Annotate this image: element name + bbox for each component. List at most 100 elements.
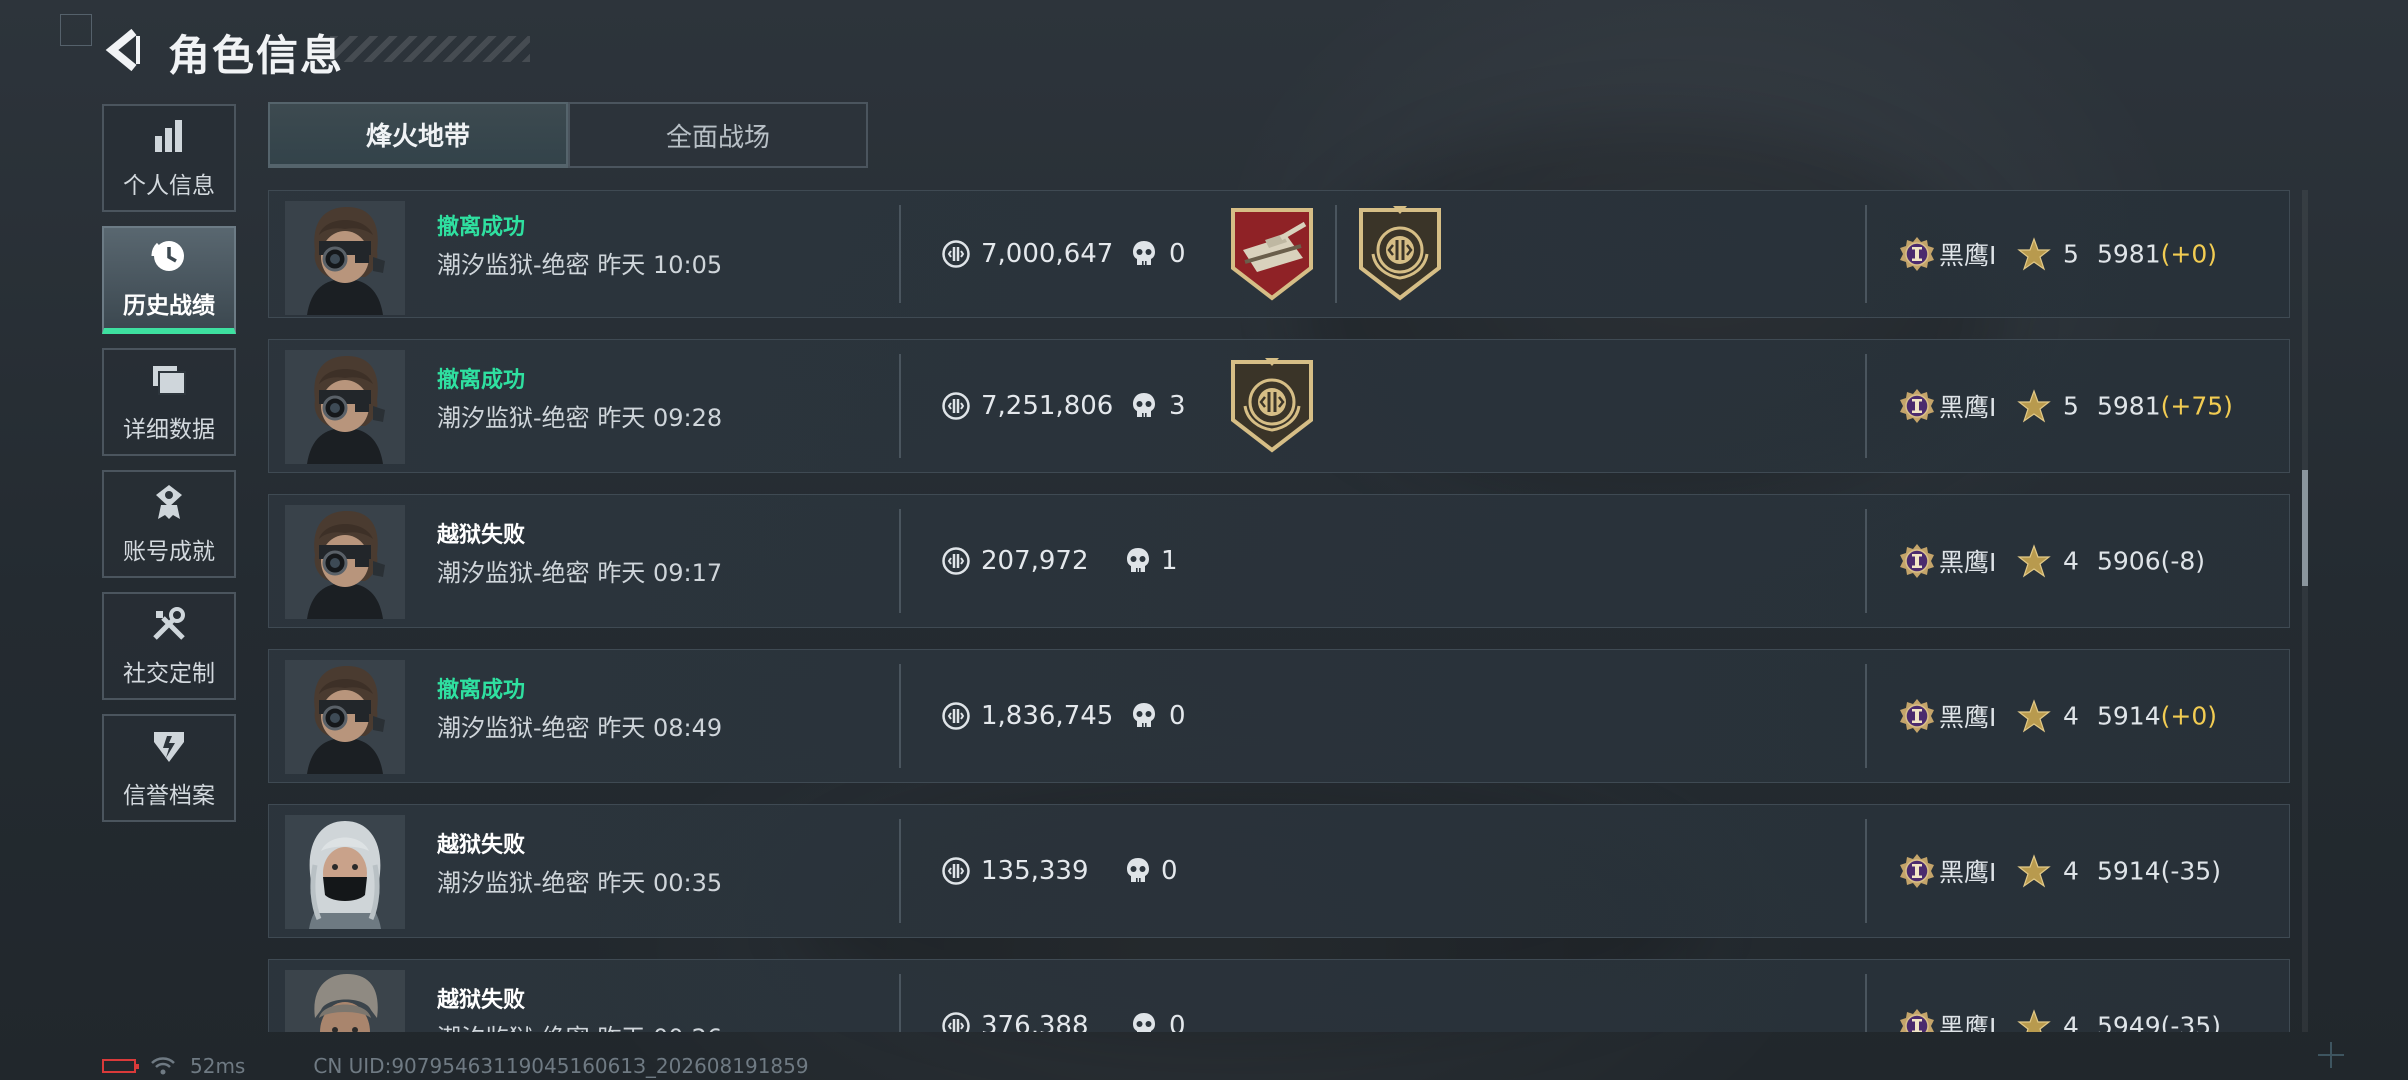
mode-tabs: 烽火地带 全面战场 xyxy=(268,102,868,168)
map-time: 潮汐监狱-绝密 昨天 10:05 xyxy=(437,245,722,280)
skull-icon xyxy=(1131,391,1157,421)
currency-icon xyxy=(941,546,971,576)
divider xyxy=(1865,354,1867,458)
sidebar-item-reputation[interactable]: 信誉档案 xyxy=(102,714,236,822)
tab-full-battlefield[interactable]: 全面战场 xyxy=(568,102,868,168)
rank-score: 5914(-35) xyxy=(2097,857,2221,886)
score-delta: (-35) xyxy=(2160,856,2221,886)
star-icon xyxy=(2017,1009,2051,1032)
result-label: 撤离成功 xyxy=(437,368,526,393)
sidebar-item-achievements[interactable]: 账号成就 xyxy=(102,470,236,578)
score-delta: (+75) xyxy=(2160,391,2233,421)
score-delta: (-8) xyxy=(2160,546,2206,576)
sidebar-item-personal-info[interactable]: 个人信息 xyxy=(102,104,236,212)
map-time: 潮汐监狱-绝密 昨天 09:28 xyxy=(437,398,722,433)
money-value: 376,388 xyxy=(981,1011,1089,1032)
table-row[interactable]: 越狱失败 潮汐监狱-绝密 昨天 00:26 376,388 0 黑鹰I 4 59… xyxy=(268,959,2290,1032)
kill-count: 0 xyxy=(1169,239,1186,269)
sidebar-item-social-custom[interactable]: 社交定制 xyxy=(102,592,236,700)
rank-score: 5981(+75) xyxy=(2097,392,2233,421)
map-name: 潮汐监狱-绝密 xyxy=(437,1024,590,1032)
star-count: 4 xyxy=(2063,546,2079,576)
star-count: 5 xyxy=(2063,391,2079,421)
star-icon xyxy=(2017,237,2051,271)
rank-score: 5981(+0) xyxy=(2097,240,2217,269)
score-value: 5981 xyxy=(2097,239,2161,269)
rank-name: 黑鹰I xyxy=(1939,241,1997,270)
match-time: 昨天 09:28 xyxy=(597,404,723,432)
user-uid: CN UID:9079546311904516061З_202608191859 xyxy=(313,1054,809,1078)
back-arrow-icon xyxy=(105,28,140,72)
scrollbar-thumb[interactable] xyxy=(2302,470,2308,586)
rank-name: 黑鹰I xyxy=(1939,703,1997,732)
star-icon xyxy=(2017,854,2051,888)
star-count: 5 xyxy=(2063,239,2079,269)
emblem-badge-icon[interactable] xyxy=(1357,206,1443,302)
currency-icon xyxy=(941,239,971,269)
money-value: 1,836,745 xyxy=(981,701,1114,731)
kill-count: 1 xyxy=(1161,546,1178,576)
table-row[interactable]: 越狱失败 潮汐监狱-绝密 昨天 09:17 207,972 1 黑鹰I 4 59… xyxy=(268,494,2290,628)
table-row[interactable]: 撤离成功 潮汐监狱-绝密 昨天 08:49 1,836,745 0 黑鹰I 4 … xyxy=(268,649,2290,783)
table-row[interactable]: 越狱失败 潮汐监狱-绝密 昨天 00:35 135,339 0 黑鹰I 4 59… xyxy=(268,804,2290,938)
scrollbar-track[interactable] xyxy=(2302,190,2308,1032)
rank-name: 黑鹰I xyxy=(1939,1013,1997,1032)
divider xyxy=(899,664,901,768)
star-count: 4 xyxy=(2063,856,2079,886)
score-value: 5906 xyxy=(2097,546,2161,576)
back-button[interactable] xyxy=(100,26,148,74)
divider xyxy=(899,509,901,613)
operator-avatar xyxy=(285,350,405,464)
currency-icon xyxy=(941,391,971,421)
sidebar-item-label: 详细数据 xyxy=(123,417,215,443)
rank-icon xyxy=(1899,388,1935,424)
tab-hazard-zone[interactable]: 烽火地带 xyxy=(268,102,568,168)
score-delta: (+0) xyxy=(2160,701,2217,731)
divider xyxy=(899,819,901,923)
operator-avatar xyxy=(285,201,405,315)
score-value: 5914 xyxy=(2097,856,2161,886)
sidebar-item-label: 信誉档案 xyxy=(123,783,215,809)
skull-icon xyxy=(1125,546,1151,576)
ping-value: 52ms xyxy=(190,1054,246,1078)
kill-count: 0 xyxy=(1169,701,1186,731)
map-name: 潮汐监狱-绝密 xyxy=(437,559,590,587)
table-row[interactable]: 撤离成功 潮汐监狱-绝密 昨天 10:05 7,000,647 0 黑鹰I 5 … xyxy=(268,190,2290,318)
rank-icon xyxy=(1899,853,1935,889)
map-time: 潮汐监狱-绝密 昨天 00:35 xyxy=(437,863,722,898)
score-value: 5949 xyxy=(2097,1011,2161,1033)
title-decoration xyxy=(330,36,530,62)
status-bar: 52ms CN UID:9079546311904516061З_2026081… xyxy=(102,1054,809,1078)
divider xyxy=(899,205,901,303)
kill-count: 3 xyxy=(1169,391,1186,421)
sidebar: 个人信息 历史战绩 详细数据 账号成就 社交定制 信誉档案 xyxy=(102,104,238,836)
match-time: 昨天 08:49 xyxy=(597,714,723,742)
emblem-badge-icon[interactable] xyxy=(1229,358,1315,454)
star-icon xyxy=(2017,544,2051,578)
wifi-icon xyxy=(151,1057,175,1075)
sidebar-item-detailed-data[interactable]: 详细数据 xyxy=(102,348,236,456)
divider xyxy=(1865,509,1867,613)
corner-decoration xyxy=(60,14,92,46)
rank-name: 黑鹰I xyxy=(1939,393,1997,422)
map-name: 潮汐监狱-绝密 xyxy=(437,251,590,279)
sidebar-item-history[interactable]: 历史战绩 xyxy=(102,226,236,334)
score-value: 5914 xyxy=(2097,701,2161,731)
rank-icon xyxy=(1899,1008,1935,1032)
corner-plus-icon xyxy=(2318,1042,2344,1068)
money-value: 7,251,806 xyxy=(981,391,1114,421)
star-count: 4 xyxy=(2063,701,2079,731)
page-title: 角色信息 xyxy=(168,31,345,80)
tank-badge-icon[interactable] xyxy=(1229,206,1315,302)
match-time: 昨天 09:17 xyxy=(597,559,723,587)
result-label: 越狱失败 xyxy=(437,988,526,1013)
rank-score: 5949(-35) xyxy=(2097,1012,2221,1033)
match-time: 昨天 00:35 xyxy=(597,869,723,897)
shield-icon xyxy=(149,726,189,766)
kill-count: 0 xyxy=(1161,856,1178,886)
rank-name: 黑鹰I xyxy=(1939,548,1997,577)
operator-avatar xyxy=(285,815,405,929)
folder-icon xyxy=(149,360,189,400)
map-name: 潮汐监狱-绝密 xyxy=(437,869,590,897)
table-row[interactable]: 撤离成功 潮汐监狱-绝密 昨天 09:28 7,251,806 3 黑鹰I 5 … xyxy=(268,339,2290,473)
